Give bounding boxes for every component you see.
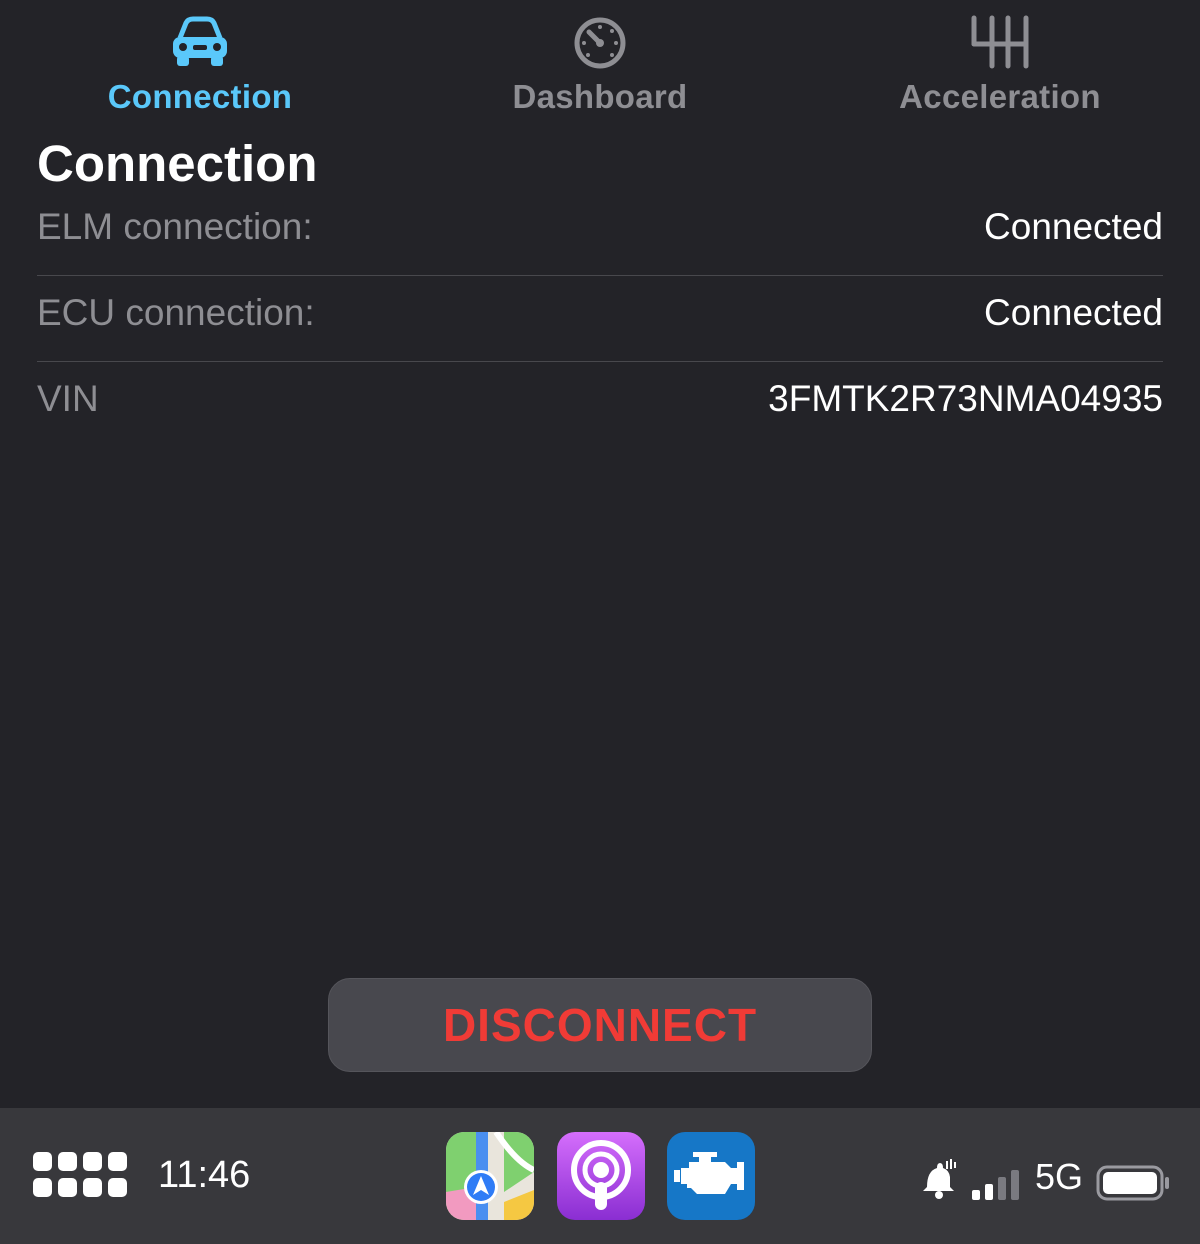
row-value: Connected [984, 206, 1163, 247]
disconnect-button[interactable]: DISCONNECT [328, 978, 872, 1072]
podcasts-app-icon[interactable] [557, 1132, 645, 1220]
row-value: 3FMTK2R73NMA04935 [768, 378, 1163, 419]
network-type: 5G [1035, 1156, 1084, 1197]
page-title: Connection [37, 135, 318, 192]
tab-bar: Connection Dashboard Acceleration [0, 0, 1200, 125]
clock: 11:46 [158, 1154, 251, 1196]
battery-icon [1096, 1165, 1169, 1201]
speedometer-icon [574, 17, 626, 69]
tab-dashboard[interactable]: Dashboard [400, 0, 800, 125]
car-icon [173, 16, 227, 66]
vin-row: VIN 3FMTK2R73NMA04935 [37, 362, 1163, 448]
row-label: ECU connection: [37, 292, 315, 333]
maps-app-icon[interactable] [446, 1132, 534, 1220]
tab-label: Acceleration [899, 78, 1101, 115]
tab-label: Dashboard [512, 78, 688, 115]
signal-strength-icon [972, 1170, 1019, 1200]
ecu-connection-row: ECU connection: Connected [37, 276, 1163, 362]
row-value: Connected [984, 292, 1163, 333]
row-label: ELM connection: [37, 206, 313, 247]
row-label: VIN [37, 378, 99, 419]
obd-engine-app-icon[interactable] [667, 1132, 755, 1220]
elm-connection-row: ELM connection: Connected [37, 190, 1163, 276]
tab-acceleration[interactable]: Acceleration [800, 0, 1200, 125]
tab-label: Connection [107, 78, 293, 115]
gear-shifter-icon [971, 15, 1029, 69]
app-grid-icon[interactable] [33, 1152, 127, 1200]
tab-connection[interactable]: Connection [0, 0, 400, 125]
carplay-dock: 11:46 5G [0, 1108, 1200, 1244]
bell-icon [923, 1159, 956, 1199]
